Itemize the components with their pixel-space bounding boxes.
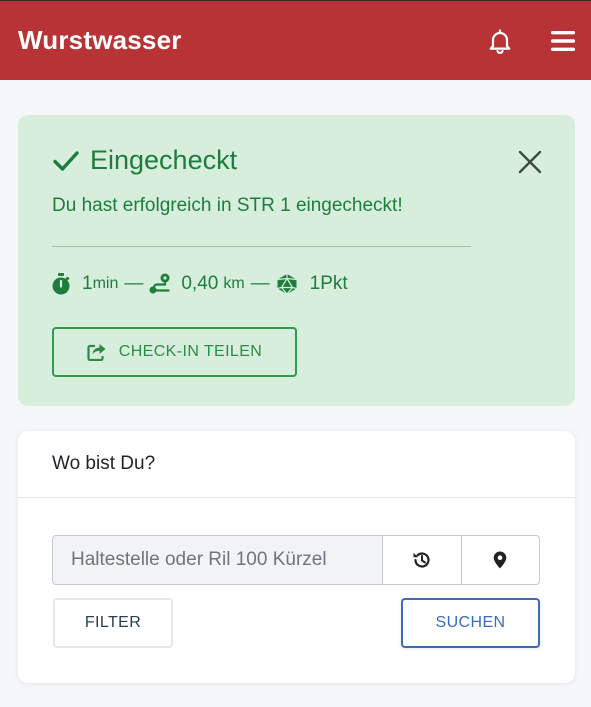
locate-button[interactable] [460, 536, 539, 584]
history-button[interactable] [382, 536, 461, 584]
points-unit: Pkt [320, 273, 348, 294]
checkin-stats: 1 min — 0,40 km — 1 Pkt [52, 273, 348, 295]
points-value: 1 [309, 273, 321, 294]
station-search-card: Wo bist Du? FILTER SUCHEN [18, 431, 575, 683]
alert-title-text: Eingecheckt [90, 145, 238, 175]
station-input-group [52, 535, 540, 585]
search-submit-button[interactable]: SUCHEN [401, 598, 540, 648]
location-pin-icon [494, 551, 507, 569]
duration-value: 1 [82, 273, 93, 294]
share-button-label: CHECK-IN TEILEN [118, 343, 263, 360]
close-icon[interactable] [516, 148, 544, 176]
navbar: Wurstwasser [0, 0, 591, 80]
check-icon [53, 150, 79, 171]
dice-icon [277, 274, 297, 295]
card-title: Wo bist Du? [52, 453, 156, 474]
alert-title: Eingecheckt [52, 145, 237, 176]
hamburger-menu-icon[interactable] [549, 27, 577, 55]
stats-separator: — [250, 273, 270, 294]
route-icon [149, 273, 170, 294]
share-icon [87, 344, 106, 361]
alert-message: Du hast erfolgreich in STR 1 eingecheckt… [52, 195, 403, 216]
stats-separator: — [124, 273, 144, 294]
distance-value: 0,40 [181, 273, 219, 294]
bell-icon[interactable] [486, 27, 514, 55]
alert-divider [52, 246, 471, 247]
history-icon [413, 552, 430, 568]
stopwatch-icon [52, 273, 70, 295]
duration-unit: min [92, 275, 119, 292]
station-search-input[interactable] [53, 536, 383, 584]
checkin-success-alert: Eingecheckt Du hast erfolgreich in STR 1… [18, 115, 575, 406]
share-checkin-button[interactable]: CHECK-IN TEILEN [52, 327, 297, 377]
brand-logo-text[interactable]: Wurstwasser [18, 25, 182, 56]
card-header: Wo bist Du? [18, 431, 575, 498]
distance-unit: km [223, 275, 245, 292]
filter-button[interactable]: FILTER [53, 598, 173, 648]
